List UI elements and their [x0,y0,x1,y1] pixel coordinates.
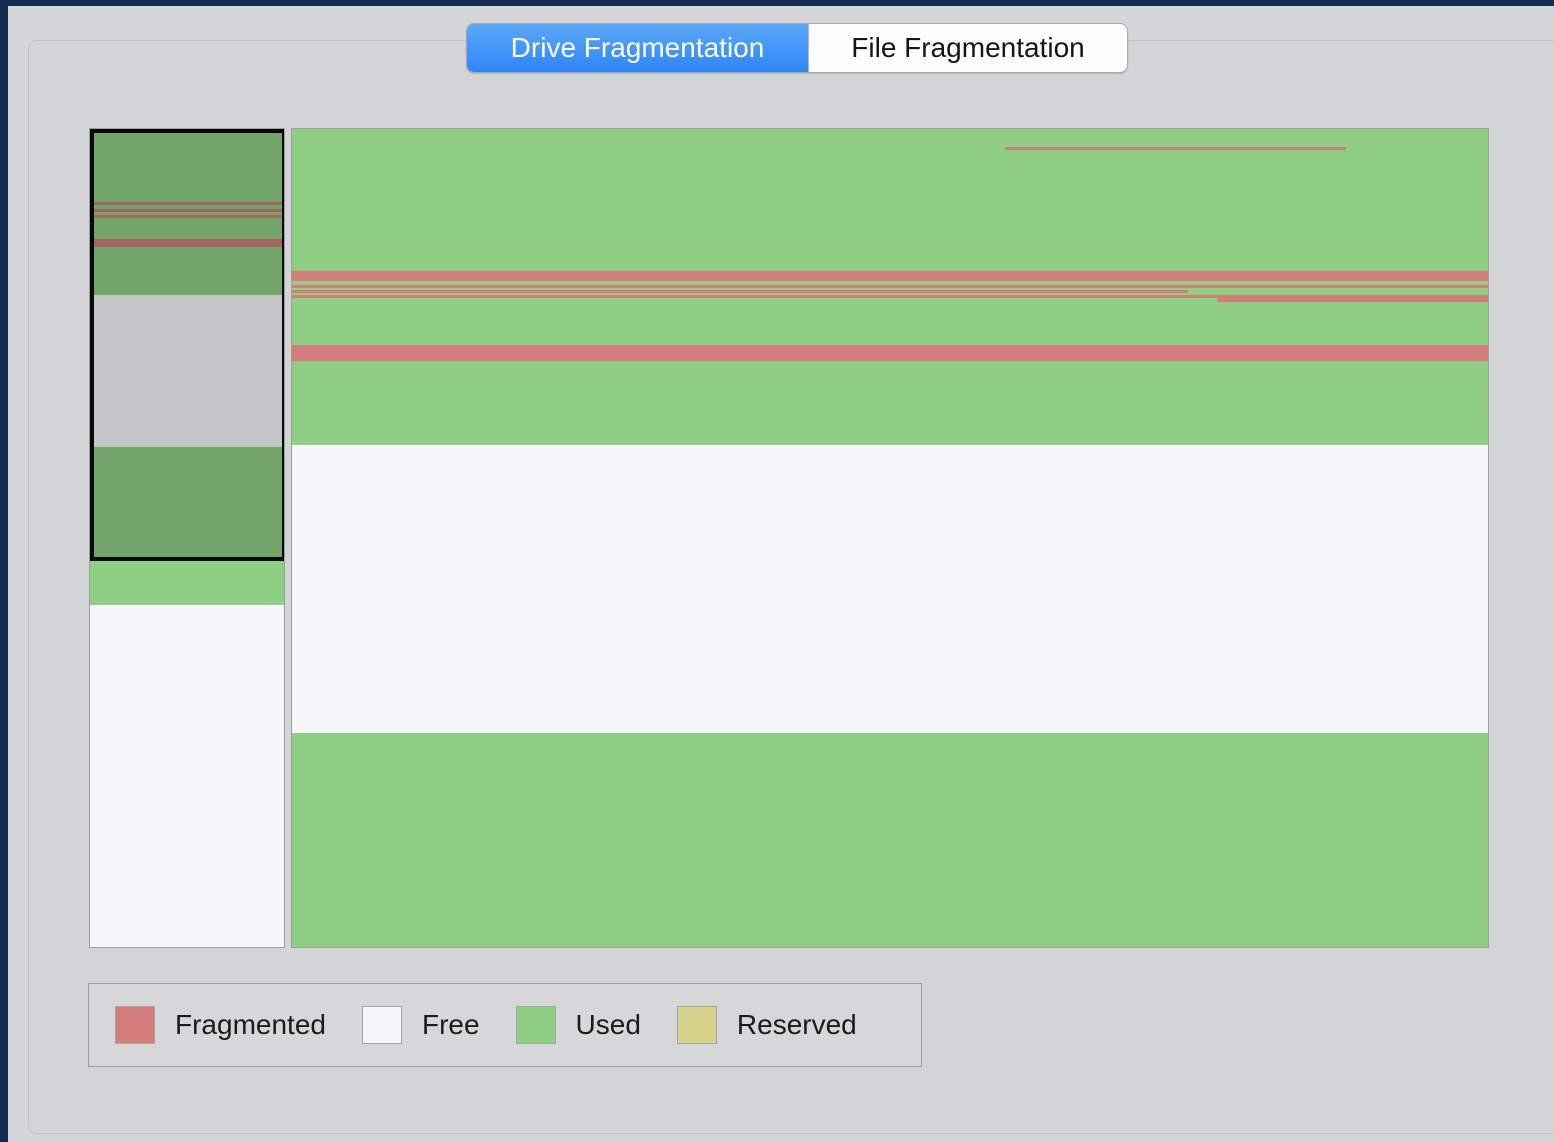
legend-label: Fragmented [175,1009,326,1040]
free-block [90,605,284,947]
fragmented-block [292,290,1188,293]
legend: Fragmented Free Used Reserved [88,983,922,1067]
reserved-swatch [676,1006,717,1044]
tab-file-fragmentation[interactable]: File Fragmentation [808,24,1127,72]
drive-fragmentation-map[interactable] [291,128,1489,948]
legend-item-free: Free [361,1006,480,1044]
view-segmented-control: Drive Fragmentation File Fragmentation [466,23,1128,73]
tab-drive-fragmentation[interactable]: Drive Fragmentation [467,24,808,72]
legend-label: Free [421,1009,480,1040]
free-swatch [361,1006,402,1044]
legend-label: Reserved [736,1009,857,1040]
fragmented-block [1005,147,1346,150]
overview-viewport-selection[interactable] [90,129,284,561]
used-block [292,733,1488,947]
fragmented-swatch [115,1006,155,1044]
used-swatch [515,1006,556,1044]
legend-label: Used [575,1009,641,1040]
legend-item-reserved: Reserved [676,1006,857,1044]
legend-item-fragmented: Fragmented [115,1006,326,1044]
drive-overview-map[interactable] [89,128,285,948]
fragmented-block [292,285,1488,288]
fragmented-block [1217,298,1488,302]
legend-item-used: Used [515,1006,641,1044]
fragmented-block [292,345,1488,361]
fragmented-block [292,271,1488,281]
free-block [292,447,1488,733]
